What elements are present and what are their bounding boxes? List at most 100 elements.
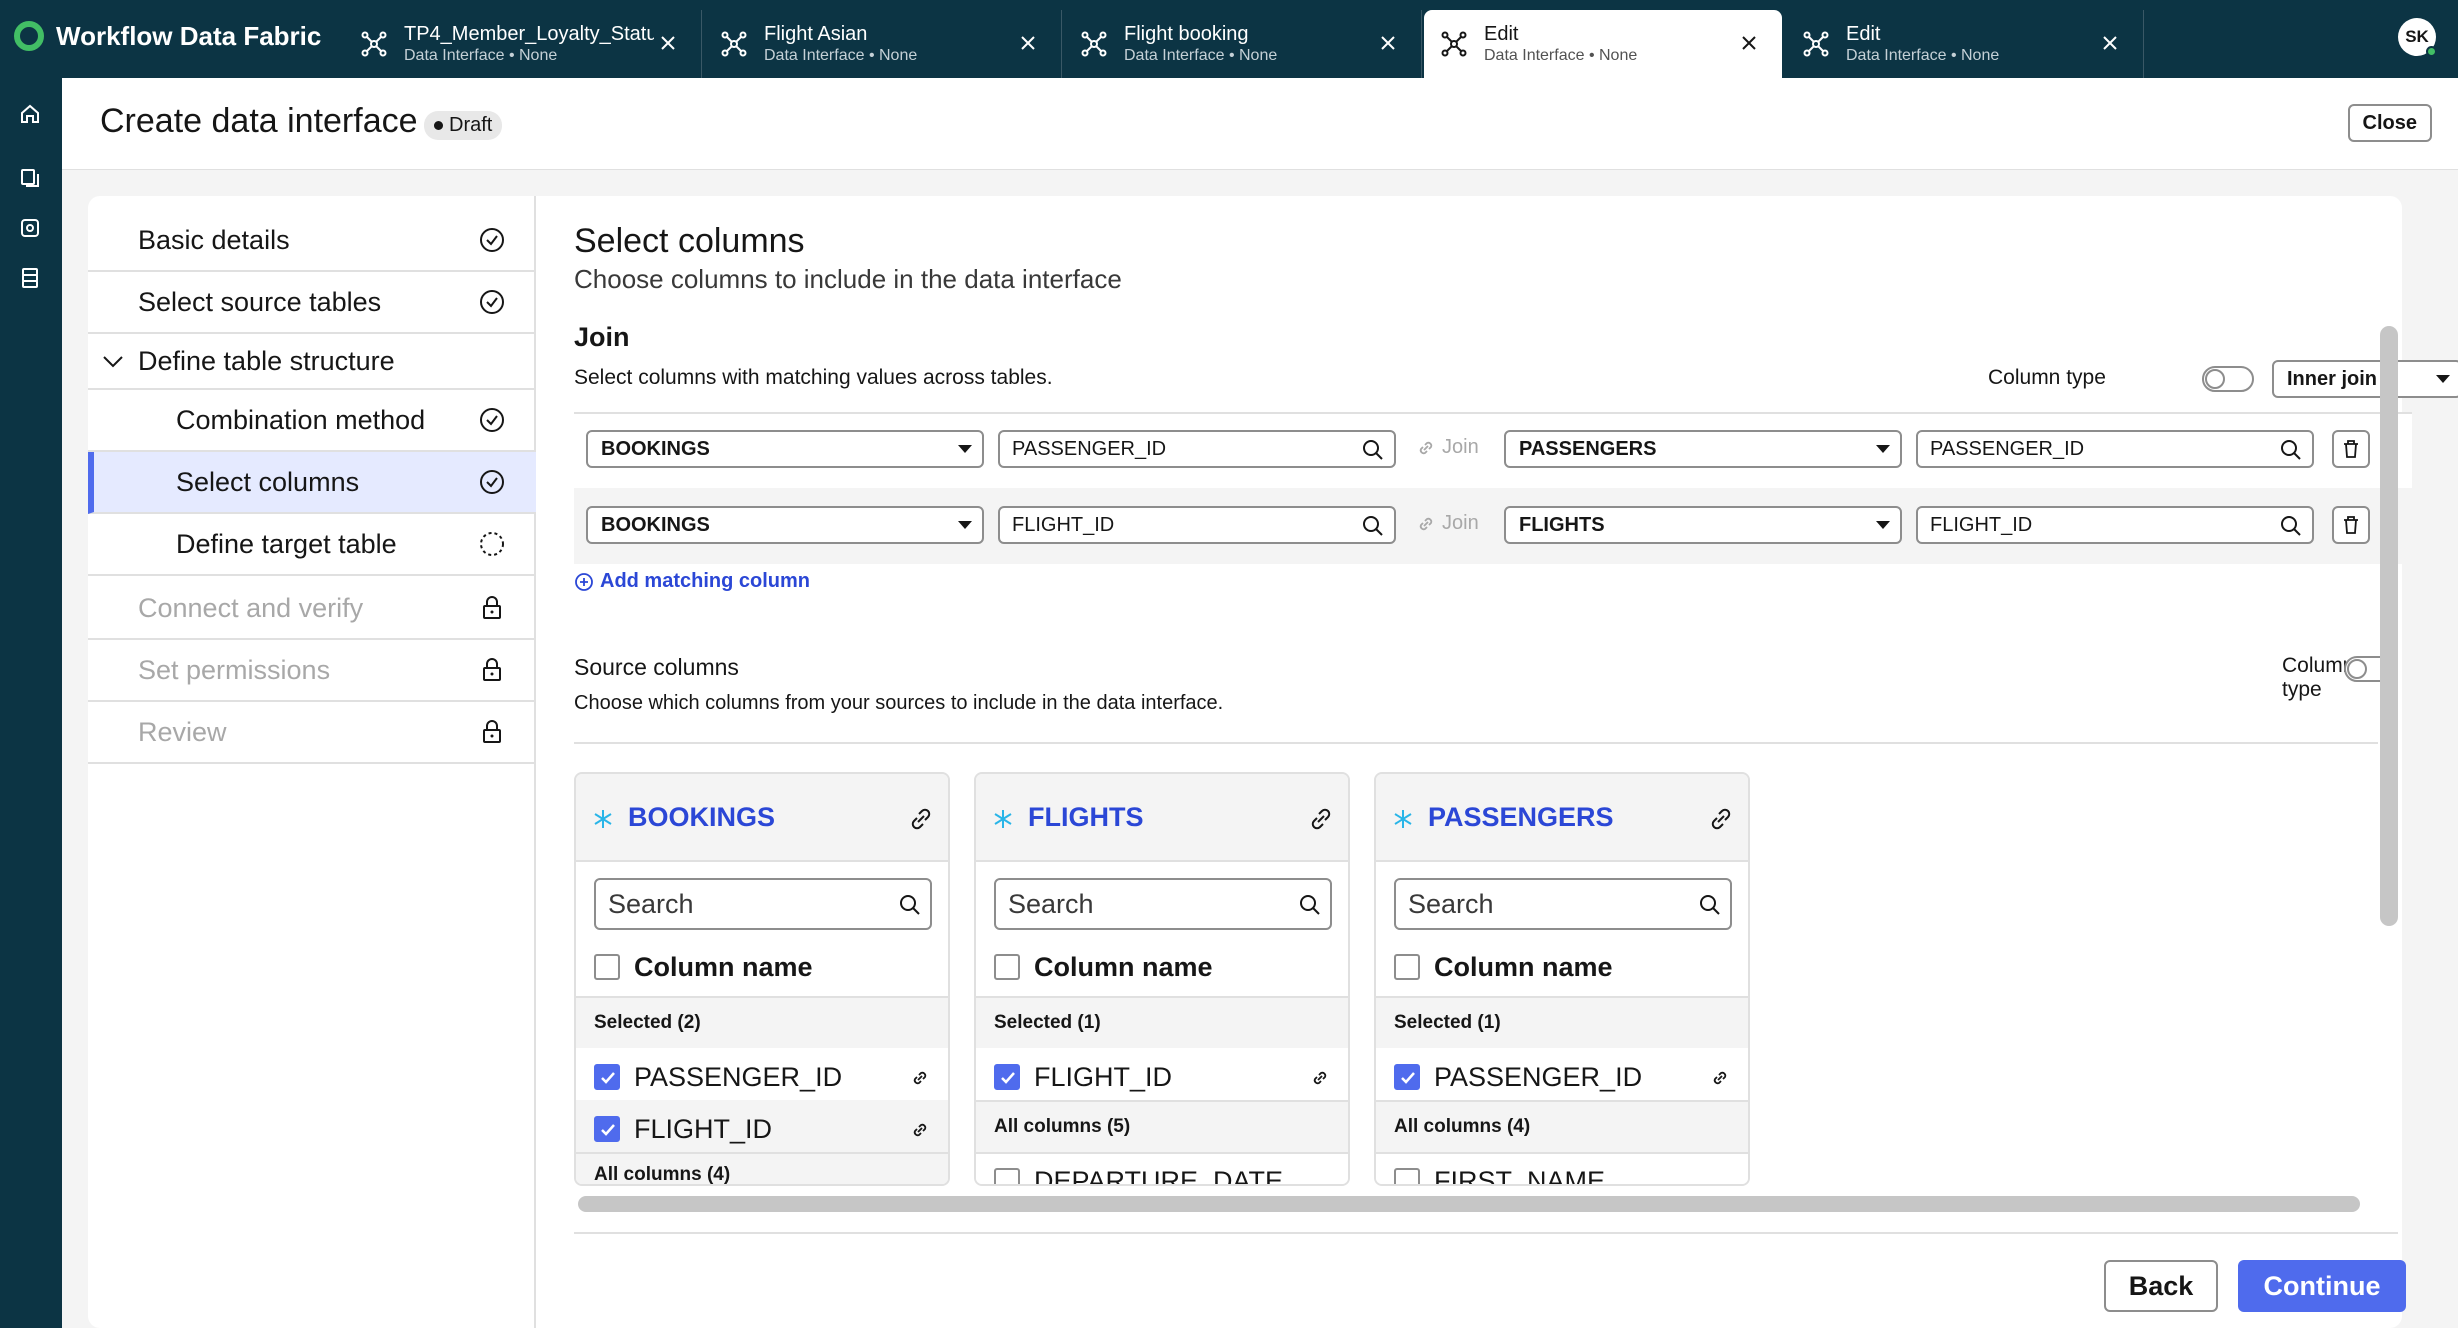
right-table-select[interactable]: FLIGHTS	[1504, 506, 1902, 544]
step-label: Basic details	[138, 224, 290, 255]
step-select-columns[interactable]: Select columns	[88, 452, 536, 514]
close-tab-icon[interactable]	[657, 32, 679, 54]
join-heading: Join	[574, 322, 630, 352]
tab-title: Edit	[1484, 23, 1519, 45]
delete-join-button[interactable]	[2332, 506, 2370, 544]
step-basic-details[interactable]: Basic details	[88, 210, 536, 272]
column-checkbox[interactable]	[1394, 1064, 1420, 1090]
tab-flight-booking[interactable]: Flight booking Data Interface • None	[1064, 10, 1422, 78]
step-label: Define target table	[176, 528, 397, 559]
lock-icon	[483, 658, 501, 681]
tab-edit[interactable]: Edit Data Interface • None	[1786, 10, 2144, 78]
close-tab-icon[interactable]	[1017, 32, 1039, 54]
tab-title: Flight Asian	[764, 23, 868, 45]
tab-subtitle: Data Interface • None	[764, 47, 918, 64]
link-icon[interactable]	[1308, 806, 1334, 832]
step-select-source-tables[interactable]: Select source tables	[88, 272, 536, 334]
tab-title: TP4_Member_Loyalty_Status	[404, 23, 654, 45]
step-define-table-structure[interactable]: Define table structure	[88, 334, 536, 390]
step-label: Combination method	[176, 404, 426, 435]
join-column-type-toggle[interactable]	[2202, 366, 2254, 392]
right-column-input[interactable]: FLIGHT_ID	[1916, 506, 2314, 544]
source-columns-description: Choose which columns from your sources t…	[574, 692, 1224, 714]
wizard-steps: Basic details Select source tables Defin…	[88, 196, 536, 1328]
left-table-select[interactable]: BOOKINGS	[586, 430, 984, 468]
column-search-input[interactable]: Search	[594, 878, 932, 930]
continue-button[interactable]: Continue	[2238, 1260, 2406, 1312]
check-circle-icon	[480, 408, 504, 432]
right-table-value: PASSENGERS	[1519, 437, 1657, 460]
column-checkbox[interactable]	[594, 1116, 620, 1142]
table-name: FLIGHTS	[1028, 802, 1144, 832]
vertical-scrollbar[interactable]	[2380, 326, 2398, 926]
tab-flight-asian[interactable]: Flight Asian Data Interface • None	[704, 10, 1062, 78]
tab-subtitle: Data Interface • None	[1484, 47, 1638, 64]
left-column-value: FLIGHT_ID	[1012, 513, 1115, 536]
tab-title: Flight booking	[1124, 23, 1249, 45]
column-checkbox[interactable]	[994, 1064, 1020, 1090]
wizard-card: Basic details Select source tables Defin…	[88, 196, 2458, 1328]
close-button[interactable]: Close	[2347, 104, 2432, 142]
user-avatar[interactable]: SK	[2398, 18, 2437, 57]
back-button[interactable]: Back	[2104, 1260, 2218, 1312]
database-icon[interactable]	[18, 266, 42, 290]
column-checkbox[interactable]	[994, 1168, 1020, 1184]
checkmark-icon	[1001, 1072, 1015, 1084]
close-tab-icon[interactable]	[1738, 32, 1760, 54]
nav-rail	[0, 78, 62, 1328]
tab-edit-active[interactable]: Edit Data Interface • None	[1424, 10, 1782, 78]
add-matching-column-button[interactable]: Add matching column	[574, 570, 810, 593]
tab-title: Edit	[1846, 23, 1881, 45]
search-icon	[1363, 440, 1383, 460]
link-icon[interactable]	[908, 806, 934, 832]
settings-icon[interactable]	[18, 216, 42, 240]
column-checkbox[interactable]	[1394, 1168, 1420, 1184]
column-search-input[interactable]: Search	[1394, 878, 1732, 930]
caret-down-icon	[1876, 445, 1890, 453]
user-initials: SK	[2405, 27, 2429, 46]
close-tab-icon[interactable]	[2099, 32, 2121, 54]
select-all-checkbox[interactable]	[1394, 954, 1420, 980]
toggle-knob	[2205, 369, 2225, 389]
delete-join-button[interactable]	[2332, 430, 2370, 468]
chevron-down-icon[interactable]	[102, 354, 124, 370]
app-brand[interactable]: Workflow Data Fabric	[14, 0, 321, 72]
column-checkbox[interactable]	[594, 1064, 620, 1090]
left-column-input[interactable]: PASSENGER_ID	[998, 430, 1396, 468]
step-define-target-table[interactable]: Define target table	[88, 514, 536, 576]
table-card-bookings: BOOKINGS Search Column name Selected (2)…	[574, 772, 950, 1186]
caret-down-icon	[1876, 521, 1890, 529]
checkmark-icon	[601, 1072, 615, 1084]
trash-icon	[2344, 516, 2358, 534]
step-label: Define table structure	[138, 345, 395, 376]
online-status-indicator	[2426, 46, 2437, 57]
close-tab-icon[interactable]	[1377, 32, 1399, 54]
all-columns-group-header: All columns (4)	[576, 1152, 948, 1184]
left-table-value: BOOKINGS	[601, 437, 710, 460]
column-search-input[interactable]: Search	[994, 878, 1332, 930]
step-combination-method[interactable]: Combination method	[88, 390, 536, 452]
horizontal-scrollbar[interactable]	[578, 1196, 2360, 1212]
section-title: Select columns	[574, 222, 805, 260]
trash-icon	[2344, 440, 2358, 458]
data-icon[interactable]	[18, 166, 42, 190]
link-icon[interactable]	[1708, 806, 1734, 832]
right-column-value: FLIGHT_ID	[1930, 513, 2033, 536]
join-type-select[interactable]: Inner join	[2272, 360, 2458, 398]
status-badge: Draft	[424, 111, 503, 140]
left-table-select[interactable]: BOOKINGS	[586, 506, 984, 544]
select-all-checkbox[interactable]	[594, 954, 620, 980]
add-matching-column-label: Add matching column	[600, 570, 810, 592]
home-icon[interactable]	[18, 102, 42, 126]
selected-group-header: Selected (2)	[576, 996, 948, 1048]
select-all-checkbox[interactable]	[994, 954, 1020, 980]
data-interface-icon	[1081, 31, 1107, 57]
column-name: PASSENGER_ID	[1434, 1062, 1643, 1092]
select-columns-panel: Select columns Choose columns to include…	[574, 196, 2458, 1328]
checkmark-icon	[601, 1124, 615, 1136]
tab-loyalty-status[interactable]: TP4_Member_Loyalty_Status Data Interface …	[344, 10, 702, 78]
right-table-select[interactable]: PASSENGERS	[1504, 430, 1902, 468]
right-column-input[interactable]: PASSENGER_ID	[1916, 430, 2314, 468]
right-table-value: FLIGHTS	[1519, 513, 1605, 536]
left-column-input[interactable]: FLIGHT_ID	[998, 506, 1396, 544]
